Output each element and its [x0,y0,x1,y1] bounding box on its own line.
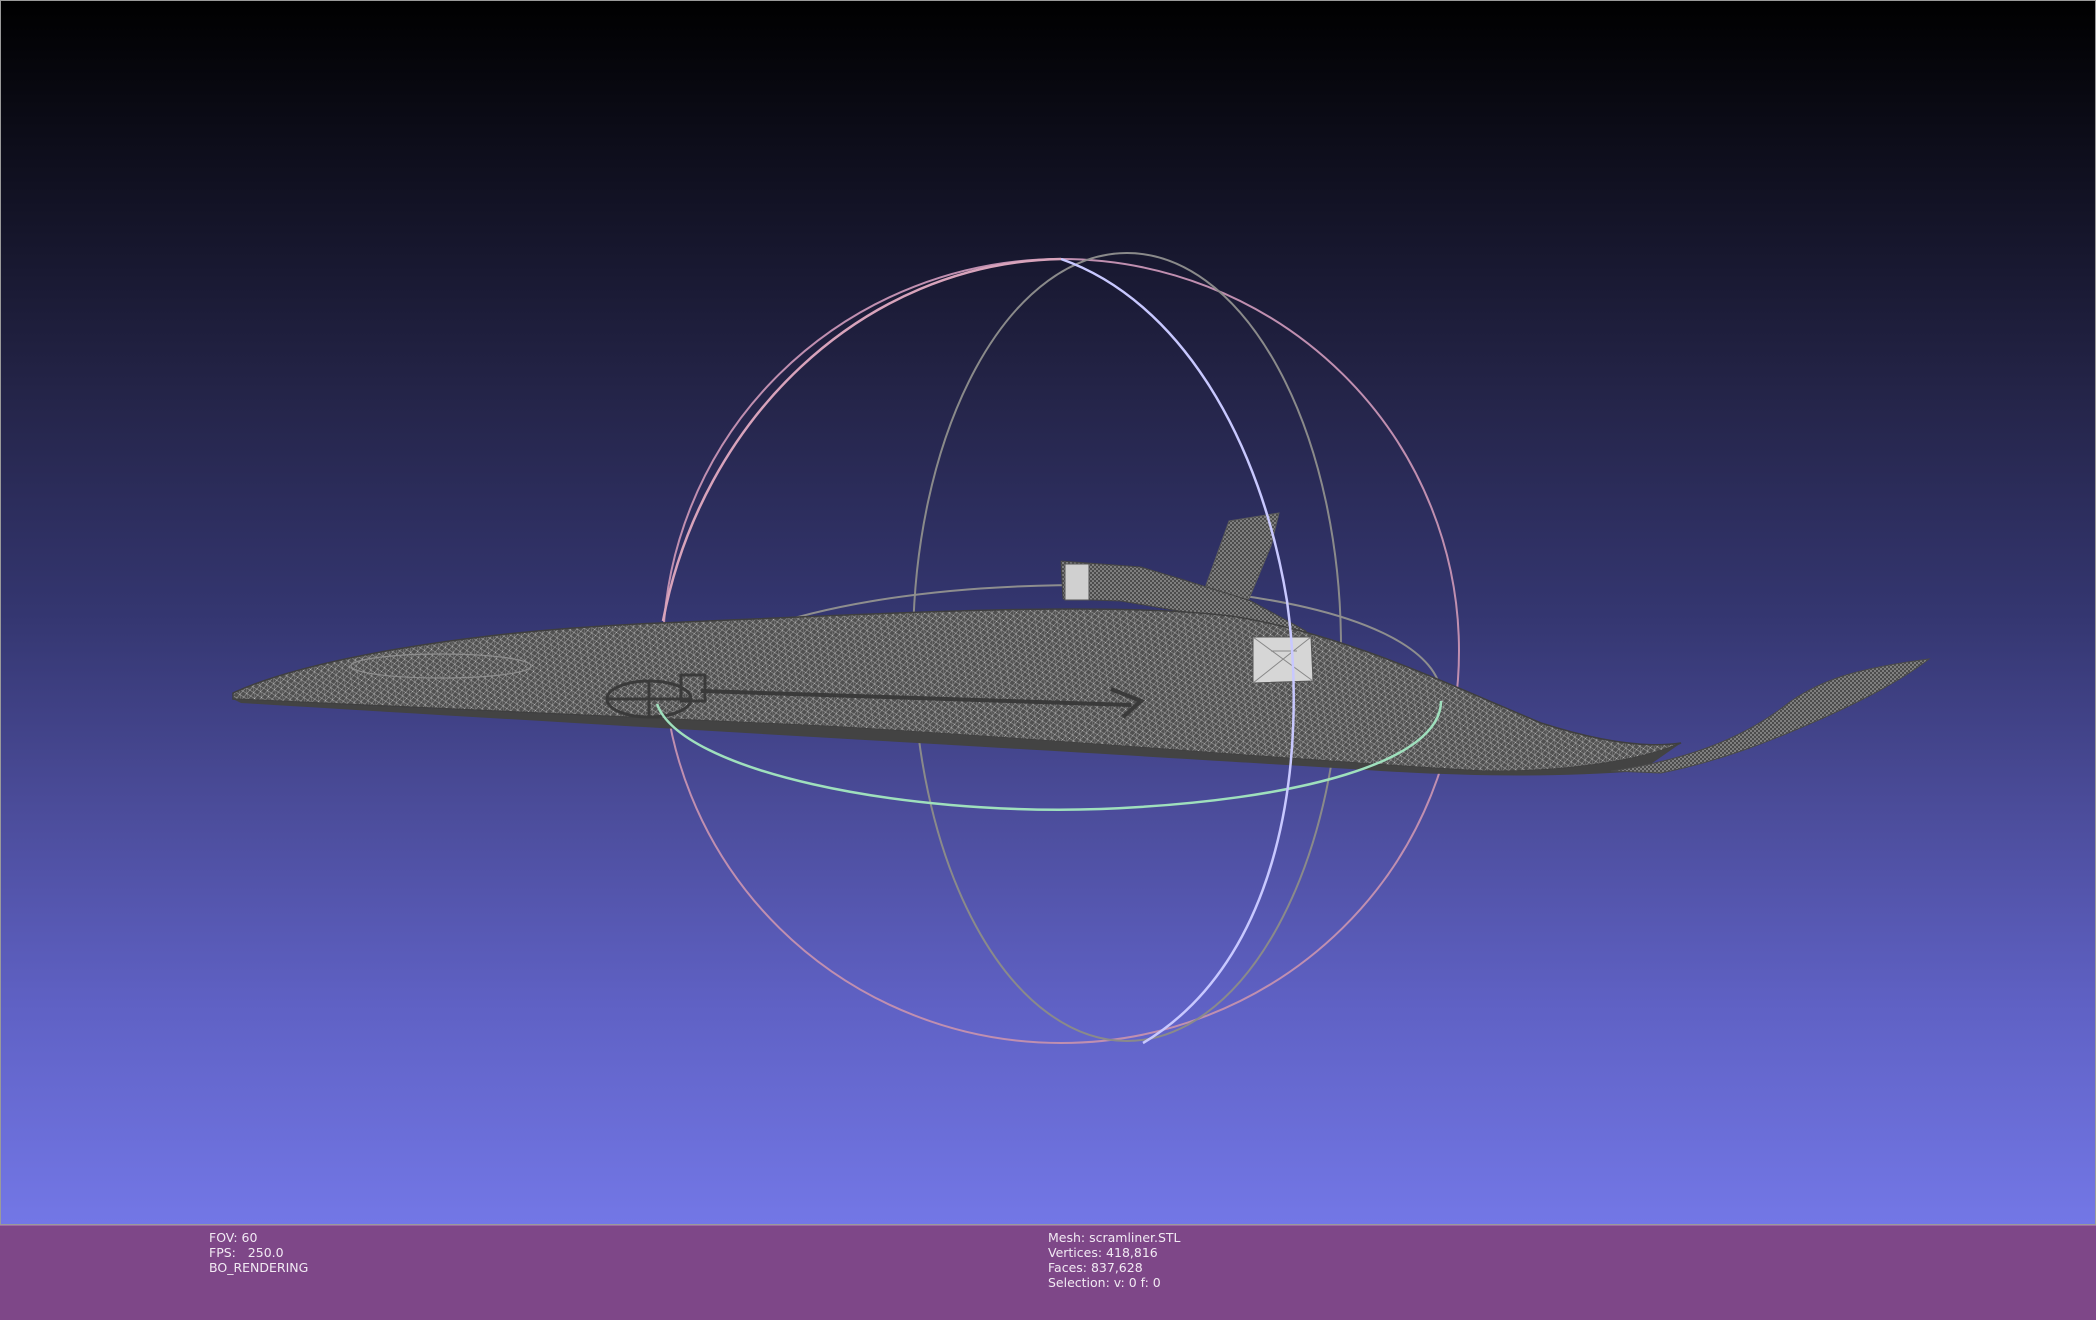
mesh-info: Mesh: scramliner.STL Vertices: 418,816 F… [1048,1230,1181,1290]
fov-label: FOV: 60 [209,1230,258,1245]
3d-viewport[interactable] [0,0,2096,1225]
render-info: FOV: 60 FPS: 250.0 BO_RENDERING [209,1230,308,1275]
fps-label: FPS: 250.0 [209,1245,284,1260]
faces-label: Faces: 837,628 [1048,1260,1143,1275]
info-bar: FOV: 60 FPS: 250.0 BO_RENDERING Mesh: sc… [0,1225,2096,1320]
trackball-ring-pink-front[interactable] [661,257,1062,622]
vertices-label: Vertices: 418,816 [1048,1245,1158,1260]
mesh-model[interactable] [232,512,1931,776]
mesh-name-label: Mesh: scramliner.STL [1048,1230,1181,1245]
scene-canvas[interactable] [1,1,2096,1226]
selection-label: Selection: v: 0 f: 0 [1048,1275,1161,1290]
tail-fin [1200,512,1280,600]
fuselage [232,608,1682,772]
meshlab-window: FOV: 60 FPS: 250.0 BO_RENDERING Mesh: sc… [0,0,2096,1320]
render-mode-label: BO_RENDERING [209,1260,309,1275]
forward-block [1064,563,1090,601]
